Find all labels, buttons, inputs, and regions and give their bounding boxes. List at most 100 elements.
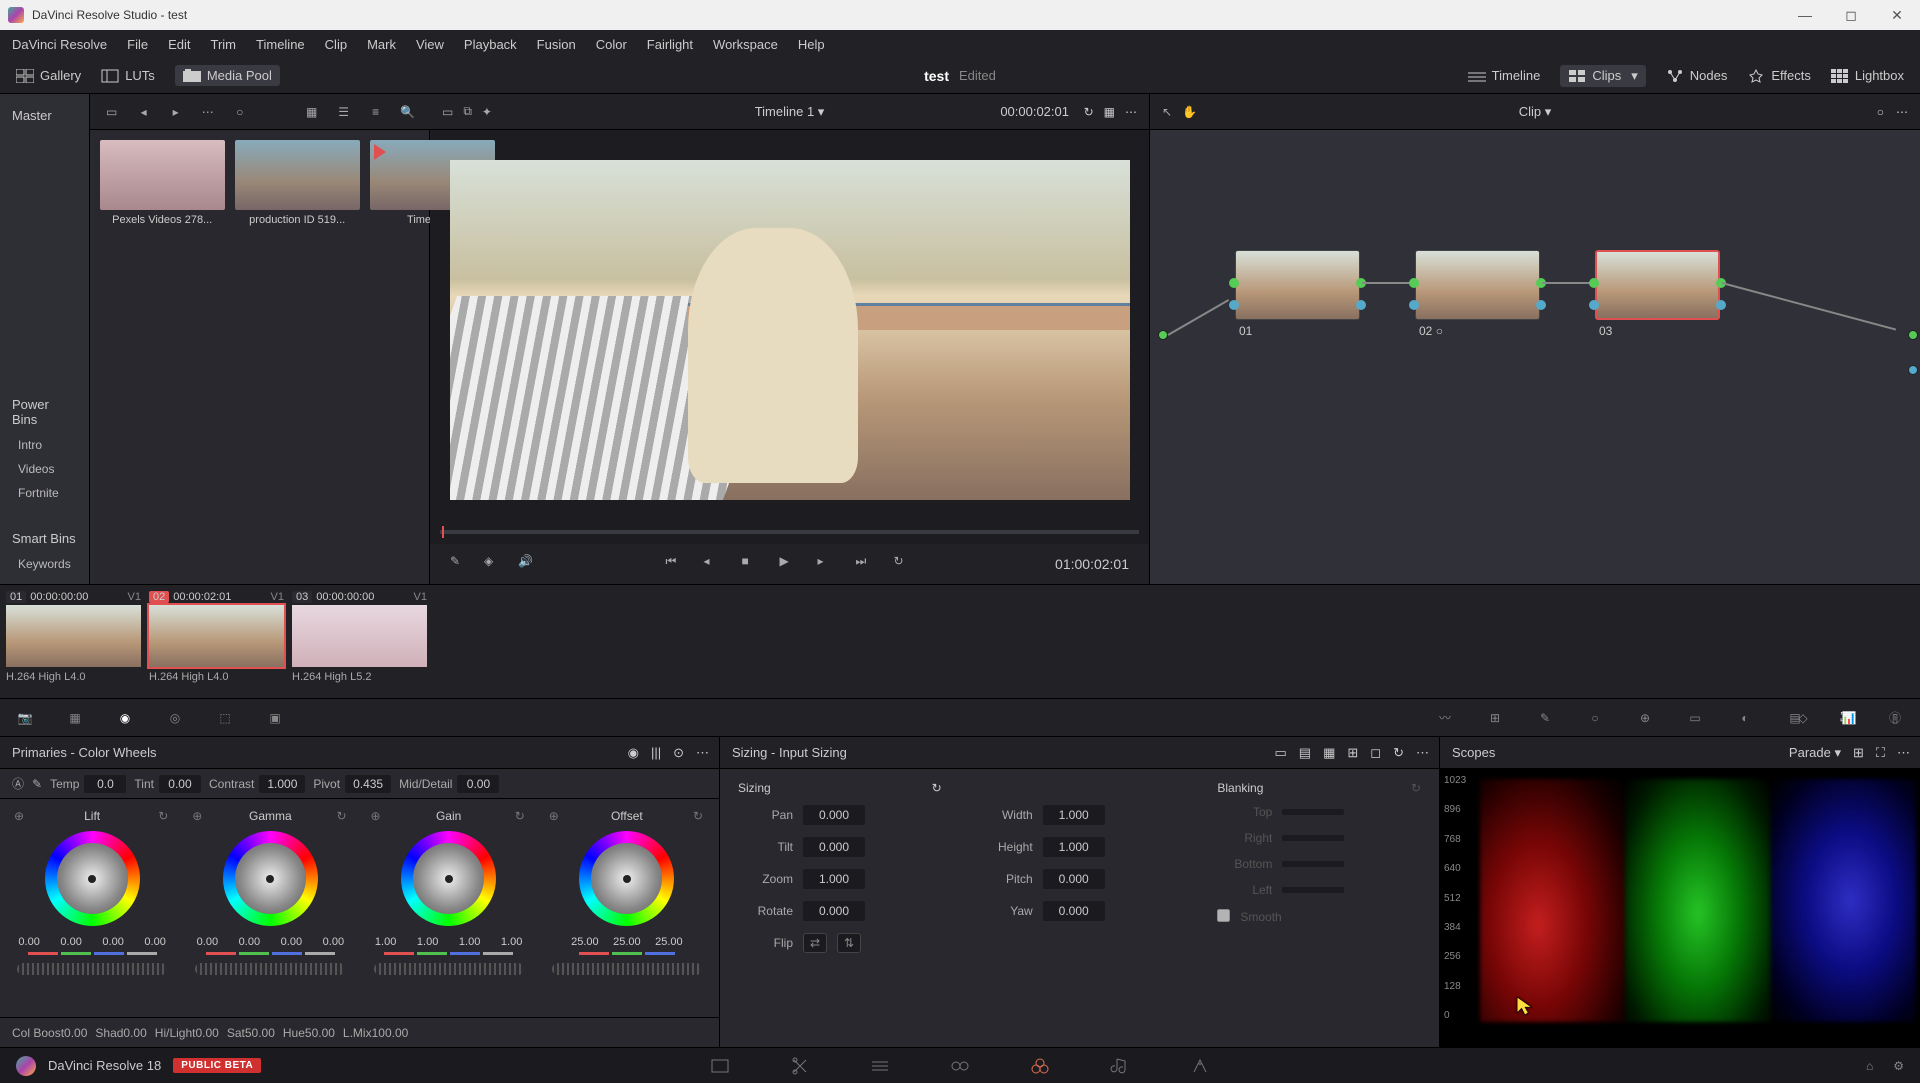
page-fairlight[interactable] xyxy=(1108,1054,1132,1078)
wheel-reset-icon[interactable]: ↻ xyxy=(693,809,703,823)
yaw-value[interactable]: 0.000 xyxy=(1043,901,1105,921)
wheel-value[interactable]: 25.00 xyxy=(610,936,644,948)
wheel-picker-icon[interactable]: ⊕ xyxy=(192,809,202,823)
color-wheel[interactable] xyxy=(401,831,496,926)
sizing-mode3-icon[interactable]: ▦ xyxy=(1323,745,1335,761)
timeline-toggle[interactable]: Timeline xyxy=(1468,65,1541,87)
wheel-value[interactable]: 1.00 xyxy=(411,936,445,948)
wheel-reset-icon[interactable]: ↻ xyxy=(336,809,346,823)
sizing-section-reset-icon[interactable]: ↻ xyxy=(932,781,942,795)
scopes-icon[interactable]: 📊 xyxy=(1838,707,1860,729)
rotate-value[interactable]: 0.000 xyxy=(803,901,865,921)
menu-workspace[interactable]: Workspace xyxy=(713,37,778,52)
settings-icon[interactable]: ⚙ xyxy=(1893,1059,1904,1073)
keyframe-icon[interactable]: ◇ xyxy=(1792,707,1814,729)
sat-value[interactable]: 50.00 xyxy=(245,1026,275,1040)
jog-wheel[interactable] xyxy=(17,963,167,975)
tilt-value[interactable]: 0.000 xyxy=(803,837,865,857)
node-options-icon[interactable]: ⋯ xyxy=(1896,105,1908,119)
powerbin-intro[interactable]: Intro xyxy=(0,433,89,457)
sizing-mode1-icon[interactable]: ▭ xyxy=(1275,745,1287,761)
camera-raw-icon[interactable]: 📷 xyxy=(14,707,36,729)
menu-fairlight[interactable]: Fairlight xyxy=(647,37,693,52)
scope-type[interactable]: Parade ▾ xyxy=(1789,745,1841,761)
node-01[interactable]: 01 xyxy=(1235,250,1360,338)
chevron-right-icon[interactable]: ▸ xyxy=(164,100,188,124)
page-edit[interactable] xyxy=(868,1054,892,1078)
wheel-value[interactable]: 0.00 xyxy=(232,936,266,948)
wheel-value[interactable]: 1.00 xyxy=(495,936,529,948)
window-close-button[interactable]: ✕ xyxy=(1874,0,1920,30)
panel-options-icon[interactable]: ⋯ xyxy=(696,745,709,761)
log-mode-icon[interactable]: ⊙ xyxy=(673,745,684,761)
play-button[interactable]: ▶ xyxy=(780,554,800,574)
viewer-timeline-name[interactable]: Timeline 1 ▾ xyxy=(755,104,825,120)
viewer-split-icon[interactable]: ⧉ xyxy=(463,104,472,119)
colboost-value[interactable]: 0.00 xyxy=(64,1026,87,1040)
wheel-picker-icon[interactable]: ⊕ xyxy=(14,809,24,823)
sizing-mode5-icon[interactable]: ◻ xyxy=(1370,745,1381,761)
page-deliver[interactable] xyxy=(1188,1054,1212,1078)
menu-color[interactable]: Color xyxy=(596,37,627,52)
window-minimize-button[interactable]: — xyxy=(1782,0,1828,30)
magic-mask-icon[interactable]: ▭ xyxy=(1684,707,1706,729)
node-input-anchor[interactable] xyxy=(1158,330,1168,340)
viewer-wand-icon[interactable]: ✦ xyxy=(482,105,492,119)
speaker-icon[interactable]: 🔊 xyxy=(518,554,538,574)
playhead[interactable] xyxy=(442,526,444,538)
wheel-value[interactable]: 1.00 xyxy=(453,936,487,948)
mediapool-toggle[interactable]: Media Pool xyxy=(175,65,280,86)
wheel-value[interactable]: 0.00 xyxy=(54,936,88,948)
menu-playback[interactable]: Playback xyxy=(464,37,517,52)
auto-icon[interactable]: Ⓐ xyxy=(12,775,24,792)
media-clip[interactable]: production ID 519... xyxy=(235,140,360,226)
loop-button[interactable]: ↻ xyxy=(894,554,914,574)
shad-value[interactable]: 0.00 xyxy=(123,1026,146,1040)
powerbin-fortnite[interactable]: Fortnite xyxy=(0,481,89,505)
clip-thumb-02[interactable]: 0200:00:02:01V1 H.264 High L4.0 xyxy=(149,589,284,694)
lightbox-toggle[interactable]: Lightbox xyxy=(1831,65,1904,87)
sizing-mode2-icon[interactable]: ▤ xyxy=(1299,745,1311,761)
wheel-picker-icon[interactable]: ⊕ xyxy=(371,809,381,823)
openeye-icon[interactable]: ◈ xyxy=(484,554,504,574)
curves-icon[interactable]: 〰 xyxy=(1434,707,1456,729)
blur-icon[interactable]: ◐ xyxy=(1734,707,1756,729)
clip-thumb-03[interactable]: 0300:00:00:00V1 H.264 High L5.2 xyxy=(292,589,427,694)
node-slider-icon[interactable]: ○ xyxy=(1877,105,1884,119)
menu-mark[interactable]: Mark xyxy=(367,37,396,52)
wheel-reset-icon[interactable]: ↻ xyxy=(515,809,525,823)
home-icon[interactable]: ⌂ xyxy=(1866,1059,1873,1073)
step-back-button[interactable]: ◂ xyxy=(704,554,724,574)
menu-clip[interactable]: Clip xyxy=(325,37,347,52)
pan-value[interactable]: 0.000 xyxy=(803,805,865,825)
thumb-view-button[interactable]: ▦ xyxy=(300,100,324,124)
wheel-value[interactable]: 0.00 xyxy=(274,936,308,948)
scope-opts2-icon[interactable]: ⛶ xyxy=(1876,745,1885,761)
picker-icon[interactable]: ✎ xyxy=(32,777,42,791)
qualifier-icon[interactable]: ✎ xyxy=(1534,707,1556,729)
node-graph[interactable]: 01 02 ○ 03 xyxy=(1150,130,1920,584)
viewer-bypass-icon[interactable]: ▦ xyxy=(1104,105,1115,119)
bars-mode-icon[interactable]: ||| xyxy=(651,745,661,761)
viewer-options-icon[interactable]: ⋯ xyxy=(1125,105,1137,119)
wheel-value[interactable]: 25.00 xyxy=(568,936,602,948)
mediapool-master-bin[interactable]: Master xyxy=(0,102,89,129)
window-maximize-button[interactable]: ◻ xyxy=(1828,0,1874,30)
pitch-value[interactable]: 0.000 xyxy=(1043,869,1105,889)
slider-icon[interactable]: ○ xyxy=(228,100,252,124)
wheel-value[interactable]: 25.00 xyxy=(652,936,686,948)
menu-davinci[interactable]: DaVinci Resolve xyxy=(12,37,107,52)
mid-value[interactable]: 0.00 xyxy=(457,775,499,793)
wheel-value[interactable]: 0.00 xyxy=(96,936,130,948)
effects-toggle[interactable]: Effects xyxy=(1747,65,1811,87)
menu-timeline[interactable]: Timeline xyxy=(256,37,305,52)
nodes-toggle[interactable]: Nodes xyxy=(1666,65,1728,87)
node-alpha-anchor[interactable] xyxy=(1908,365,1918,375)
flip-h-button[interactable]: ⇄ xyxy=(803,933,827,953)
clips-toggle[interactable]: Clips▾ xyxy=(1560,65,1645,87)
node-output-anchor[interactable] xyxy=(1908,330,1918,340)
color-wheel[interactable] xyxy=(579,831,674,926)
options-icon[interactable]: ⋯ xyxy=(196,100,220,124)
flip-v-button[interactable]: ⇅ xyxy=(837,933,861,953)
search-icon[interactable]: 🔍 xyxy=(396,100,420,124)
